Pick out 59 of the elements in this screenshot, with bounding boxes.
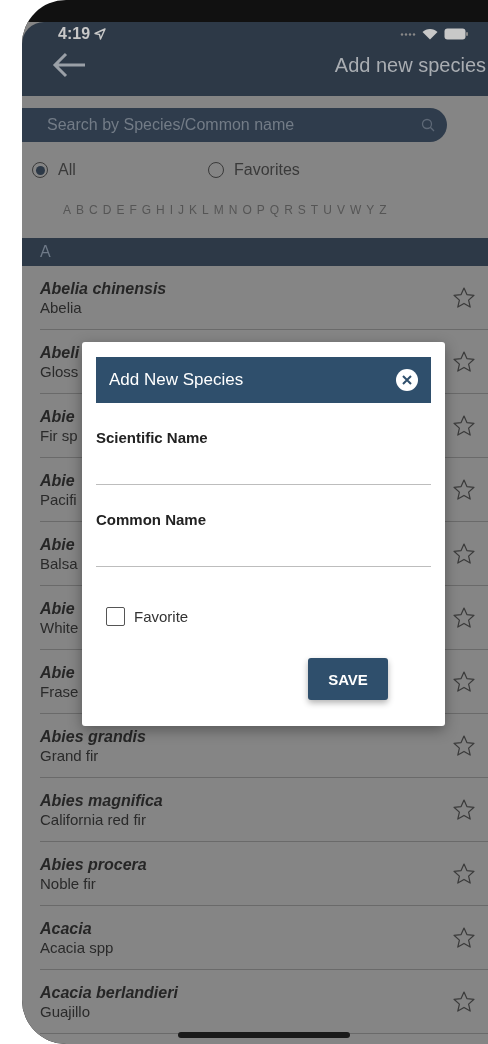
common-name: Frase [40,682,79,700]
field-label: Scientific Name [96,429,208,446]
species-row[interactable]: Abies procera Noble fir [40,842,488,906]
search-bar[interactable]: Search by Species/Common name [22,108,447,142]
scientific-name: Abelia chinensis [40,279,167,298]
field-label: Common Name [96,511,207,528]
species-row[interactable]: Abelia chinensis Abelia [40,266,488,330]
star-icon[interactable] [452,477,476,502]
common-name: Acacia spp [40,938,114,956]
location-arrow-icon [94,28,107,40]
star-icon[interactable] [452,285,476,310]
scientific-name: Abie [40,663,75,682]
star-icon[interactable] [452,541,476,566]
common-name: Grand fir [40,746,99,764]
common-name: Balsa [40,554,78,572]
common-name: Abelia [40,298,82,316]
star-icon[interactable] [452,669,476,694]
common-name: California red fir [40,810,146,828]
scientific-name: Abies grandis [40,727,146,746]
scientific-name: Abies magnifica [40,791,163,810]
scientific-name: Acacia [40,919,92,938]
status-time: 4:19 [58,25,91,43]
wifi-icon [422,28,438,40]
common-name: Fir sp [40,426,78,444]
signal-dots-icon [400,32,416,36]
star-icon[interactable] [452,605,476,630]
common-name: Gloss [40,362,79,380]
star-icon[interactable] [452,413,476,438]
favorite-checkbox[interactable]: Favorite [106,607,189,626]
species-row[interactable]: Acacia Acacia spp [40,906,488,970]
scientific-name: Abie [40,407,75,426]
scientific-name: Abeli [40,343,80,362]
close-icon[interactable] [396,369,418,391]
common-name: Guajillo [40,1002,91,1020]
common-name: Noble fir [40,874,96,892]
star-icon[interactable] [452,989,476,1014]
scientific-name: Abie [40,471,75,490]
scientific-name: Abie [40,599,75,618]
search-field[interactable]: Search by Species/Common name [45,115,421,135]
filter-radio[interactable]: All [32,161,208,179]
dialog-title: Add New Species [109,370,245,390]
star-icon[interactable] [452,349,476,374]
common-name: Pacifi [40,490,77,508]
star-icon[interactable] [452,861,476,886]
section-header: A [22,238,488,266]
save-button[interactable]: SAVE [308,658,388,700]
filter-radio[interactable]: Favorites [208,161,384,179]
battery-icon [444,28,468,40]
back-arrow-icon[interactable] [52,52,86,78]
common-name: White [40,618,79,636]
star-icon[interactable] [452,733,476,758]
scientific-name: Acacia berlandieri [40,983,178,1002]
screen-title: Add new species [334,53,487,77]
species-row[interactable]: Abies magnifica California red fir [40,778,488,842]
star-icon[interactable] [452,797,476,822]
scientific-name: Abie [40,535,75,554]
star-icon[interactable] [452,925,476,950]
search-icon [421,118,435,132]
scientific-name: Abies procera [40,855,147,874]
